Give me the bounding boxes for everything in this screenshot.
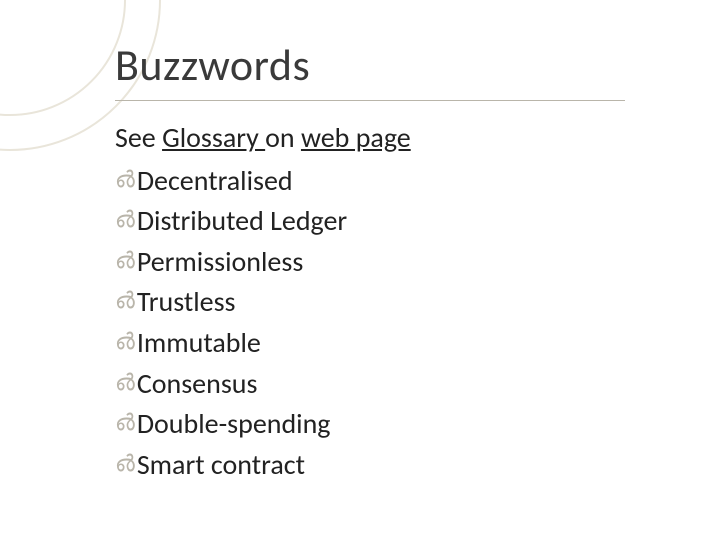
bullet-icon: ൴ [115, 404, 135, 441]
see-mid: on [265, 120, 301, 155]
list-item-label: Smart contract [137, 445, 305, 486]
list-item-label: Double-spending [137, 404, 331, 445]
list-item: ൴Consensus [115, 364, 675, 405]
title-underline [115, 100, 625, 101]
list-item: ൴Permissionless [115, 242, 675, 283]
webpage-link[interactable]: web page [301, 120, 411, 155]
list-item-label: Decentralised [137, 161, 293, 202]
see-line: See Glossary on web page [115, 118, 675, 159]
list-item-label: Consensus [137, 364, 258, 405]
bullet-icon: ൴ [115, 161, 135, 198]
bullet-icon: ൴ [115, 282, 135, 319]
bullet-icon: ൴ [115, 445, 135, 482]
bullet-icon: ൴ [115, 201, 135, 238]
list-item: ൴Double-spending [115, 404, 675, 445]
bullet-icon: ൴ [115, 323, 135, 360]
list-item-label: Immutable [137, 323, 261, 364]
bullet-list: ൴Decentralised൴Distributed Ledger൴Permis… [115, 161, 675, 486]
list-item: ൴Distributed Ledger [115, 201, 675, 242]
list-item: ൴Smart contract [115, 445, 675, 486]
body-content: See Glossary on web page ൴Decentralised൴… [115, 118, 675, 485]
list-item: ൴Immutable [115, 323, 675, 364]
bullet-icon: ൴ [115, 242, 135, 279]
glossary-link[interactable]: Glossary [162, 120, 265, 155]
bullet-icon: ൴ [115, 364, 135, 401]
list-item: ൴Decentralised [115, 161, 675, 202]
slide: Buzzwords See Glossary on web page ൴Dece… [0, 0, 720, 540]
see-prefix: See [115, 120, 162, 155]
list-item: ൴Trustless [115, 282, 675, 323]
slide-title: Buzzwords [115, 38, 310, 92]
list-item-label: Permissionless [137, 242, 303, 283]
list-item-label: Trustless [137, 282, 236, 323]
list-item-label: Distributed Ledger [137, 201, 347, 242]
